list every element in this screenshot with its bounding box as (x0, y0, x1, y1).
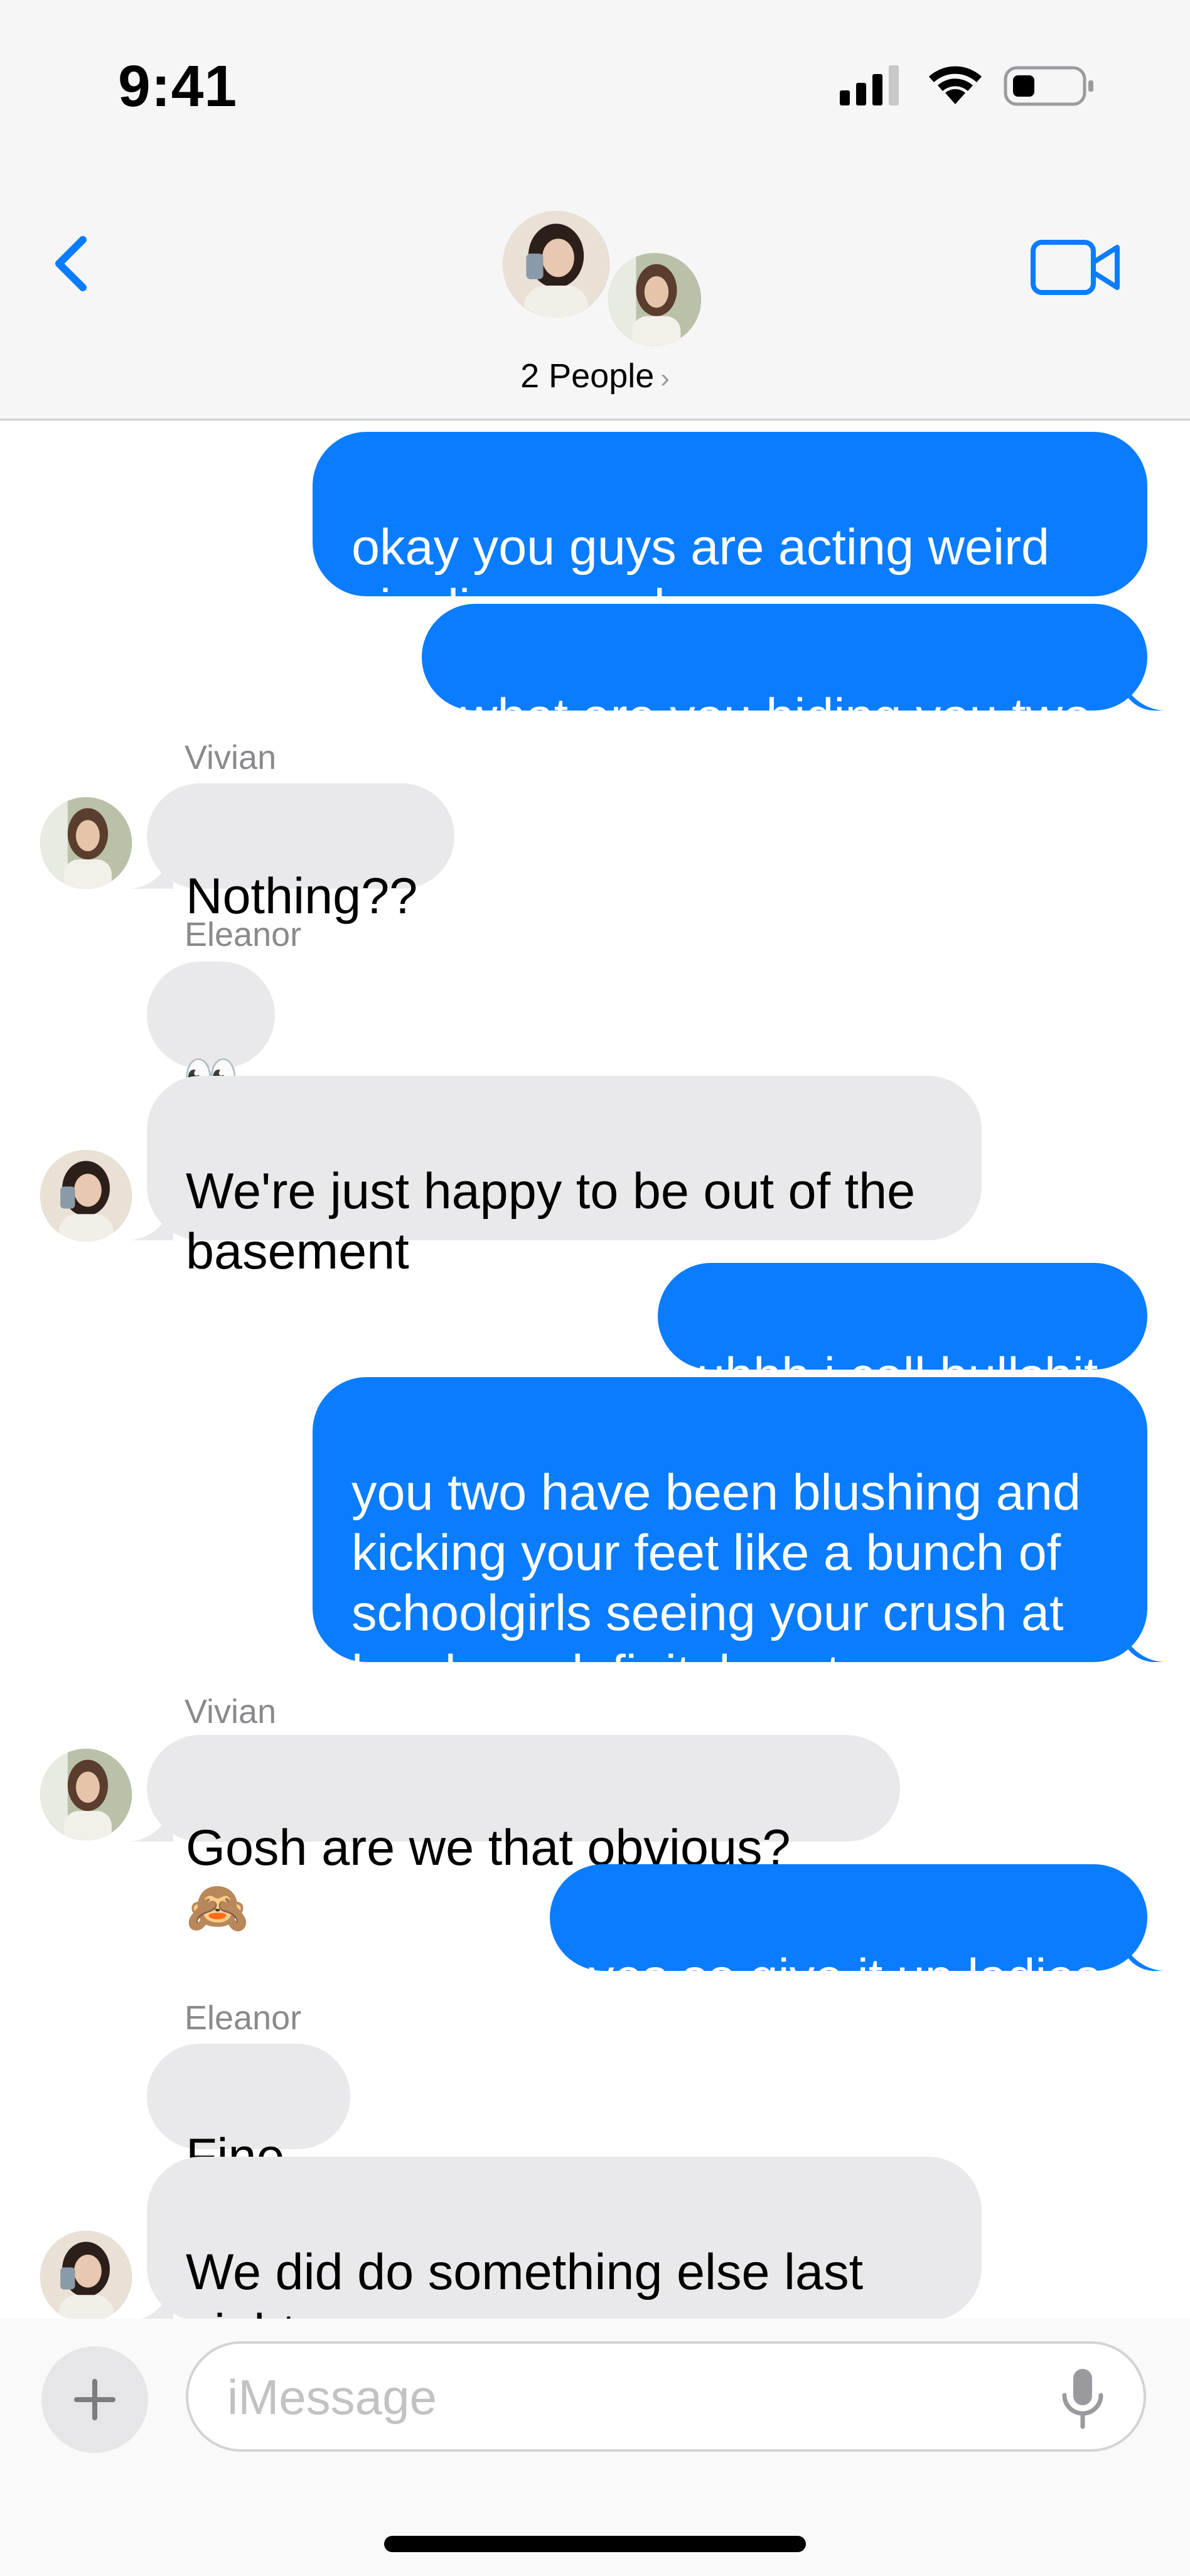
battery-icon (1004, 66, 1093, 106)
message-bubble-outgoing[interactable]: what are you hiding you two (422, 604, 1147, 745)
message-bubble-incoming[interactable]: Nothing?? (147, 783, 454, 925)
message-bubble-outgoing[interactable]: yes so give it up ladies (550, 1864, 1147, 2005)
group-title[interactable]: 2 People › (0, 357, 1190, 395)
home-indicator[interactable] (384, 2536, 806, 2552)
avatar-eleanor[interactable] (40, 1150, 132, 1242)
microphone-icon[interactable] (1054, 2366, 1111, 2429)
chevron-right-icon: › (660, 363, 670, 394)
message-bubble-incoming[interactable]: 👀 (147, 962, 275, 1102)
signal-icon (840, 65, 899, 105)
message-text: you two have been blushing and kicking y… (351, 1464, 1081, 1702)
avatar-vivian[interactable] (40, 1749, 132, 1840)
group-avatar-eleanor[interactable] (499, 207, 613, 321)
message-text: what are you hiding you two (461, 689, 1091, 745)
message-bubble-incoming[interactable]: We're just happy to be out of the baseme… (147, 1076, 982, 1280)
avatar-eleanor[interactable] (40, 2231, 132, 2322)
message-bubble-outgoing[interactable]: you two have been blushing and kicking y… (313, 1377, 1147, 1702)
navigation-header: 9:41 2 People › (0, 0, 1190, 421)
message-input[interactable] (226, 2344, 1044, 2450)
apps-plus-button[interactable] (41, 2346, 148, 2453)
video-camera-icon[interactable] (1029, 236, 1123, 299)
sender-name: Eleanor (185, 1999, 302, 2037)
message-bubble-incoming[interactable]: Gosh are we that obvious? 🙈 (147, 1735, 900, 1936)
plus-icon (74, 2379, 115, 2420)
message-bubble-incoming[interactable]: We did do something else last night.. (147, 2157, 982, 2361)
sender-name: Vivian (185, 1693, 277, 1731)
message-bubble-outgoing[interactable]: uhhh i call bullshit (658, 1263, 1147, 1404)
wifi-icon (929, 66, 982, 104)
message-bubble-incoming[interactable]: Fine.. (147, 2044, 350, 2185)
status-icons (840, 65, 1093, 106)
group-title-label: 2 People (520, 357, 655, 395)
status-time: 9:41 (118, 53, 238, 119)
message-bubble-outgoing[interactable]: okay you guys are acting weird giggling … (313, 432, 1147, 636)
back-chevron-icon[interactable] (39, 226, 114, 301)
message-input-container[interactable] (186, 2341, 1146, 2452)
group-avatar-vivian[interactable] (604, 249, 705, 350)
avatar-vivian[interactable] (40, 797, 132, 889)
sender-name: Vivian (185, 739, 277, 776)
sender-name: Eleanor (185, 916, 302, 953)
message-text: yes so give it up ladies (589, 1949, 1100, 2005)
